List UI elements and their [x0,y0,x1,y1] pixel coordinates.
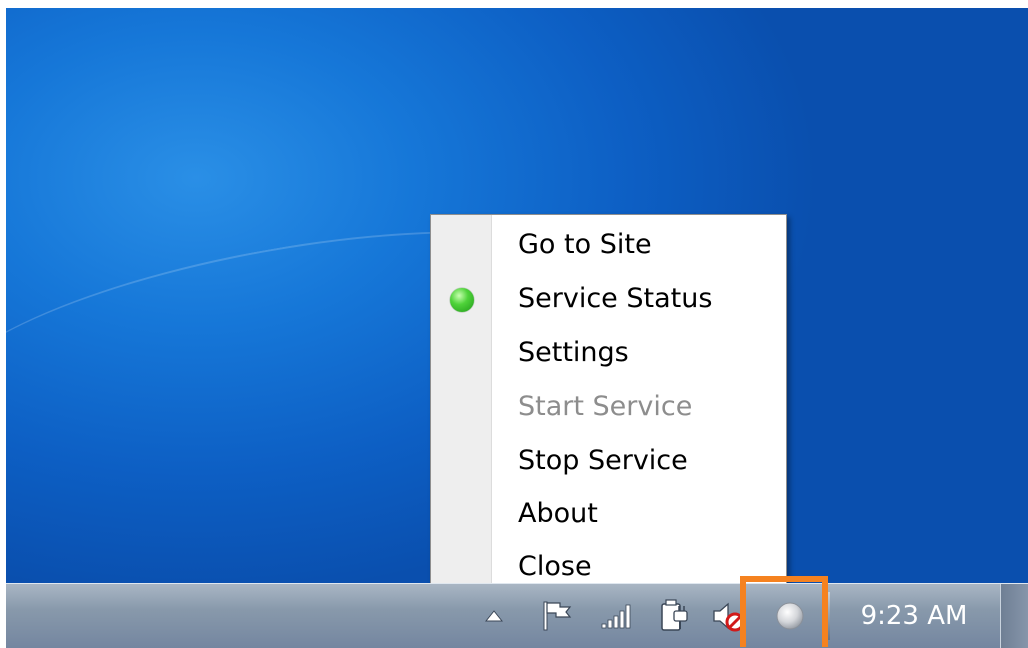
network-signal-icon[interactable] [596,600,640,632]
tray-context-menu: Go to Site Service Status Settings Start… [430,214,787,597]
menu-item-go-to-site[interactable]: Go to Site [431,219,786,273]
highlight-box [740,576,828,647]
menu-item-label: Close [518,551,592,582]
menu-item-settings[interactable]: Settings [431,327,786,381]
menu-item-about[interactable]: About [431,488,786,542]
action-center-flag-icon[interactable] [536,600,578,632]
taskbar: 9:23 AM [6,583,1028,648]
menu-item-label: About [518,498,598,529]
menu-item-label: Settings [518,337,629,368]
taskbar-clock[interactable]: 9:23 AM [836,598,992,634]
menu-item-label: Start Service [518,391,693,422]
menu-item-service-status[interactable]: Service Status [431,273,786,327]
green-status-icon [450,288,474,312]
menu-item-label: Service Status [518,283,713,314]
show-desktop-button[interactable] [1000,584,1028,648]
power-plug-icon[interactable] [654,599,694,632]
menu-item-stop-service[interactable]: Stop Service [431,435,786,489]
menu-item-label: Stop Service [518,445,688,476]
menu-item-start-service: Start Service [431,381,786,435]
tray-separator [828,592,830,640]
show-hidden-icons-arrow-icon[interactable] [480,600,508,632]
menu-item-label: Go to Site [518,229,652,260]
